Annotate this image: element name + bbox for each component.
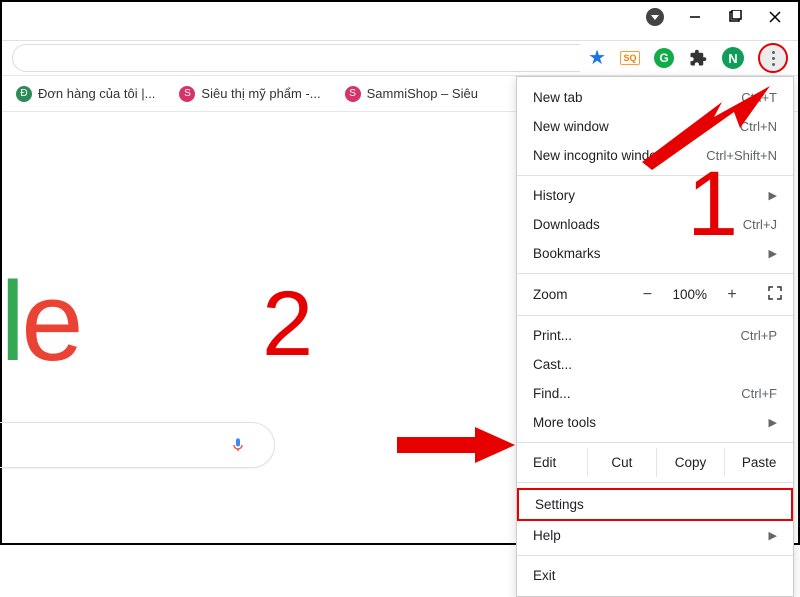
maximize-button[interactable] [726, 8, 744, 26]
submenu-caret-icon: ▶ [769, 247, 777, 260]
menu-bookmarks[interactable]: Bookmarks ▶ [517, 239, 793, 268]
menu-find[interactable]: Find... Ctrl+F [517, 379, 793, 408]
menu-separator [517, 555, 793, 556]
annotation-arrow-1 [642, 82, 772, 172]
menu-separator [517, 482, 793, 483]
menu-label: Settings [535, 497, 584, 512]
menu-label: New tab [533, 90, 583, 105]
menu-label: Find... [533, 386, 571, 401]
menu-label: Zoom [533, 287, 568, 302]
menu-label: History [533, 188, 575, 203]
minimize-button[interactable] [686, 8, 704, 26]
bookmark-item[interactable]: Đ Đơn hàng của tôi |... [16, 86, 155, 102]
bookmark-favicon: S [179, 86, 195, 102]
menu-history[interactable]: History ▶ [517, 181, 793, 210]
chrome-menu-button[interactable] [758, 43, 788, 73]
bookmark-favicon: S [345, 86, 361, 102]
bookmark-label: Đơn hàng của tôi |... [38, 86, 155, 101]
menu-help[interactable]: Help ▶ [517, 521, 793, 550]
menu-separator [517, 442, 793, 443]
microphone-icon[interactable] [230, 435, 246, 455]
submenu-caret-icon: ▶ [769, 529, 777, 542]
titlebar [636, 2, 798, 30]
menu-label: Cast... [533, 357, 572, 372]
menu-label: Edit [517, 448, 587, 477]
zoom-out-button[interactable]: − [638, 286, 656, 304]
toolbar: ★ SQ G N [2, 40, 798, 76]
menu-shortcut: Ctrl+P [741, 328, 777, 343]
menu-paste[interactable]: Paste [724, 448, 793, 477]
zoom-value: 100% [672, 287, 707, 302]
menu-shortcut: Ctrl+F [741, 386, 777, 401]
bookmark-item[interactable]: S SammiShop – Siêu [345, 86, 478, 102]
menu-cut[interactable]: Cut [587, 448, 656, 477]
menu-label: Bookmarks [533, 246, 601, 261]
menu-label: Help [533, 528, 561, 543]
menu-label: New window [533, 119, 609, 134]
menu-separator [517, 175, 793, 176]
menu-separator [517, 273, 793, 274]
bookmark-favicon: Đ [16, 86, 32, 102]
menu-label: Print... [533, 328, 572, 343]
extension-grammarly-icon[interactable]: G [654, 48, 674, 68]
google-logo-fragment: gle [0, 257, 79, 386]
toolbar-right: ★ SQ G N [580, 43, 788, 73]
menu-label: Downloads [533, 217, 600, 232]
fullscreen-icon[interactable] [767, 285, 783, 304]
bookmark-item[interactable]: S Siêu thị mỹ phẩm -... [179, 86, 320, 102]
menu-zoom: Zoom − 100% + [517, 279, 793, 310]
annotation-number-2: 2 [262, 272, 313, 377]
menu-edit-row: Edit Cut Copy Paste [517, 448, 793, 477]
zoom-in-button[interactable]: + [723, 286, 741, 304]
menu-settings[interactable]: Settings [517, 488, 793, 521]
extensions-icon[interactable] [688, 48, 708, 68]
account-dropdown-icon[interactable] [646, 8, 664, 26]
menu-print[interactable]: Print... Ctrl+P [517, 321, 793, 350]
submenu-caret-icon: ▶ [769, 189, 777, 202]
menu-downloads[interactable]: Downloads Ctrl+J [517, 210, 793, 239]
logo-char: l [0, 259, 21, 384]
google-search-box[interactable] [0, 422, 275, 468]
close-button[interactable] [766, 8, 784, 26]
menu-label: Exit [533, 568, 556, 583]
address-bar[interactable] [12, 44, 580, 72]
menu-label: More tools [533, 415, 596, 430]
profile-avatar[interactable]: N [722, 47, 744, 69]
menu-copy[interactable]: Copy [656, 448, 725, 477]
menu-separator [517, 315, 793, 316]
menu-more-tools[interactable]: More tools ▶ [517, 408, 793, 437]
bookmark-label: SammiShop – Siêu [367, 86, 478, 101]
submenu-caret-icon: ▶ [769, 416, 777, 429]
extension-sq-icon[interactable]: SQ [620, 51, 640, 65]
logo-char: e [21, 259, 79, 384]
bookmark-label: Siêu thị mỹ phẩm -... [201, 86, 320, 101]
menu-shortcut: Ctrl+J [743, 217, 777, 232]
kebab-icon [772, 51, 775, 66]
menu-cast[interactable]: Cast... [517, 350, 793, 379]
annotation-arrow-2 [397, 425, 517, 465]
menu-exit[interactable]: Exit [517, 561, 793, 590]
bookmark-star-icon[interactable]: ★ [588, 48, 606, 68]
